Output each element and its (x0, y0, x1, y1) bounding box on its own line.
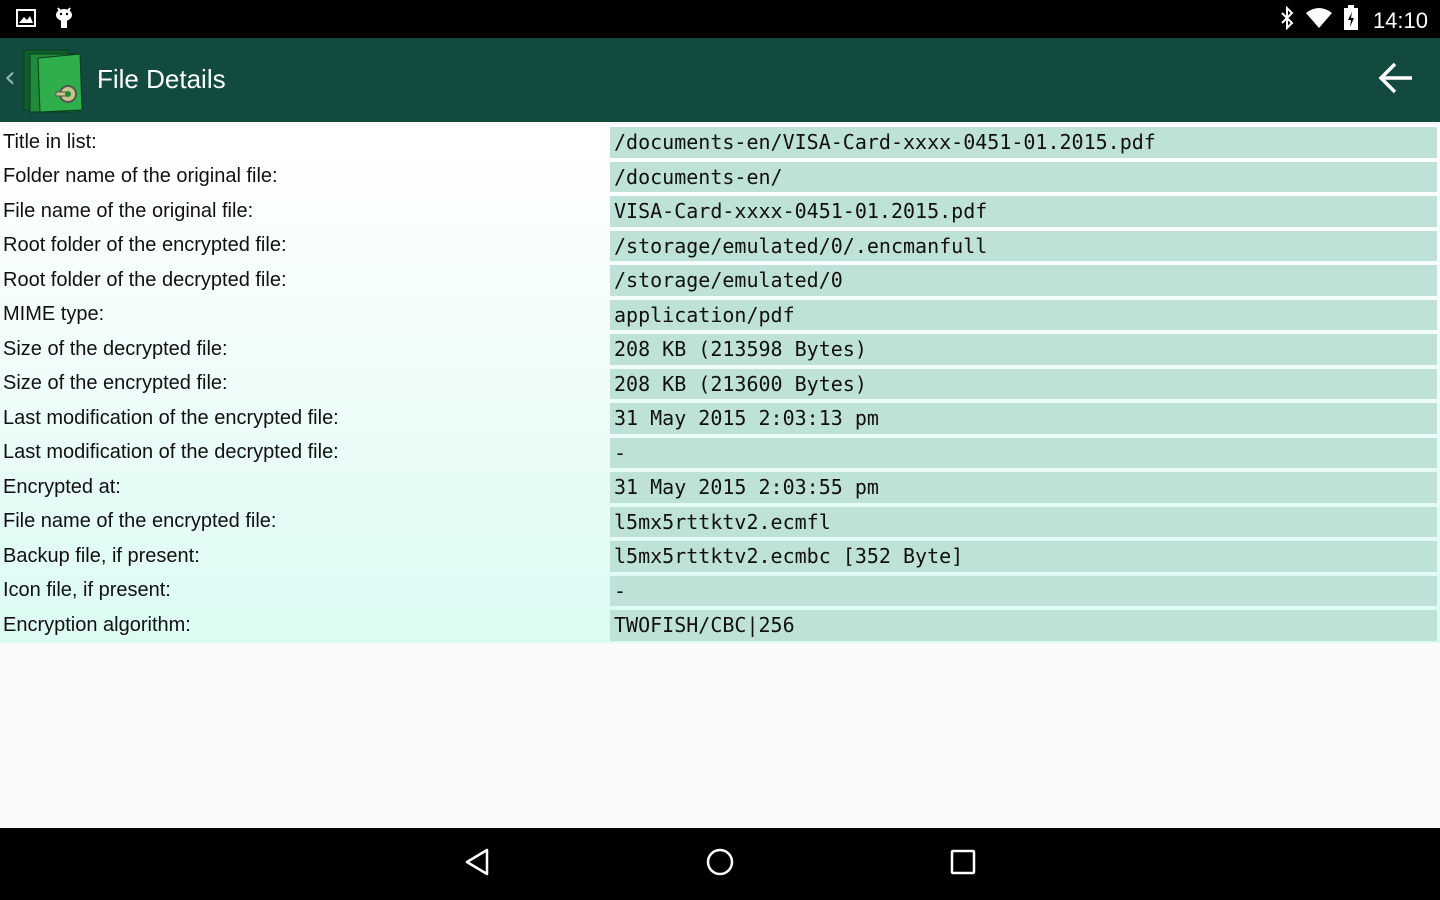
detail-label: Size of the decrypted file: (3, 337, 228, 360)
detail-label: Encryption algorithm: (3, 613, 191, 636)
detail-value: l5mx5rttktv2.ecmbc [352 Byte] (610, 541, 1437, 572)
detail-value: /storage/emulated/0 (610, 265, 1437, 296)
nav-recents-button[interactable] (943, 844, 983, 884)
status-bar: 14:10 (0, 0, 1440, 38)
detail-row: Folder name of the original file: /docume… (0, 159, 1440, 194)
detail-row: Icon file, if present: - (0, 573, 1440, 608)
detail-row: Encryption algorithm: TWOFISH/CBC|256 (0, 608, 1440, 643)
arrow-left-icon (1378, 62, 1414, 99)
detail-label: Title in list: (3, 130, 97, 153)
detail-value: /documents-en/ (610, 161, 1437, 192)
detail-row: Encrypted at: 31 May 2015 2:03:55 pm (0, 470, 1440, 505)
detail-row: Last modification of the encrypted file:… (0, 401, 1440, 436)
bluetooth-icon (1279, 5, 1295, 35)
detail-value: - (610, 575, 1437, 606)
detail-label: Folder name of the original file: (3, 165, 278, 188)
nav-back-button[interactable] (457, 844, 497, 884)
detail-label: Last modification of the encrypted file: (3, 406, 339, 429)
detail-label: Encrypted at: (3, 475, 121, 498)
detail-label: File name of the original file: (3, 199, 254, 222)
wifi-icon (1305, 7, 1333, 34)
detail-label: File name of the encrypted file: (3, 510, 277, 533)
nav-back-icon (463, 847, 491, 882)
battery-icon (1343, 5, 1359, 36)
detail-label: MIME type: (3, 303, 105, 326)
nav-recents-icon (949, 848, 977, 881)
detail-row: File name of the original file: VISA-Card… (0, 194, 1440, 229)
detail-value: 31 May 2015 2:03:55 pm (610, 472, 1437, 503)
detail-label: Size of the encrypted file: (3, 372, 228, 395)
detail-row: Root folder of the decrypted file: /stora… (0, 263, 1440, 298)
detail-label: Root folder of the decrypted file: (3, 268, 287, 291)
detail-row: File name of the encrypted file: l5mx5rtt… (0, 504, 1440, 539)
detail-value: - (610, 437, 1437, 468)
detail-label: Last modification of the decrypted file: (3, 441, 339, 464)
detail-label: Root folder of the encrypted file: (3, 234, 287, 257)
content-area: Title in list: /documents-en/VISA-Card-xx… (0, 122, 1440, 828)
detail-row: Title in list: /documents-en/VISA-Card-xx… (0, 125, 1440, 160)
up-caret-icon[interactable]: ‹ (4, 60, 16, 95)
back-button[interactable] (1374, 58, 1418, 102)
detail-row: MIME type: application/pdf (0, 297, 1440, 332)
detail-value: 208 KB (213598 Bytes) (610, 334, 1437, 365)
nav-home-button[interactable] (700, 844, 740, 884)
detail-value: l5mx5rttktv2.ecmfl (610, 506, 1437, 537)
detail-value: TWOFISH/CBC|256 (610, 610, 1437, 641)
detail-value: 31 May 2015 2:03:13 pm (610, 403, 1437, 434)
detail-value: /storage/emulated/0/.encmanfull (610, 230, 1437, 261)
app-bar: ‹ File Details (0, 38, 1440, 122)
page-title: File Details (97, 64, 226, 94)
detail-label: Icon file, if present: (3, 579, 171, 602)
detail-row: Size of the encrypted file: 208 KB (21360… (0, 366, 1440, 401)
detail-value: 208 KB (213600 Bytes) (610, 368, 1437, 399)
nav-home-icon (705, 847, 735, 882)
gallery-icon (16, 9, 36, 32)
detail-value: /documents-en/VISA-Card-xxxx-0451-01.201… (610, 127, 1437, 158)
details-list: Title in list: /documents-en/VISA-Card-xx… (0, 125, 1440, 643)
detail-row: Size of the decrypted file: 208 KB (21359… (0, 332, 1440, 367)
status-time: 14:10 (1372, 7, 1428, 33)
navigation-bar (0, 828, 1440, 900)
encrypted-folder-icon[interactable] (20, 44, 92, 116)
detail-value: application/pdf (610, 299, 1437, 330)
detail-value: VISA-Card-xxxx-0451-01.2015.pdf (610, 196, 1437, 227)
detail-row: Root folder of the encrypted file: /stora… (0, 228, 1440, 263)
detail-row: Last modification of the decrypted file:… (0, 435, 1440, 470)
android-debug-icon (54, 7, 74, 34)
detail-row: Backup file, if present: l5mx5rttktv2.ecm… (0, 539, 1440, 574)
detail-label: Backup file, if present: (3, 544, 200, 567)
